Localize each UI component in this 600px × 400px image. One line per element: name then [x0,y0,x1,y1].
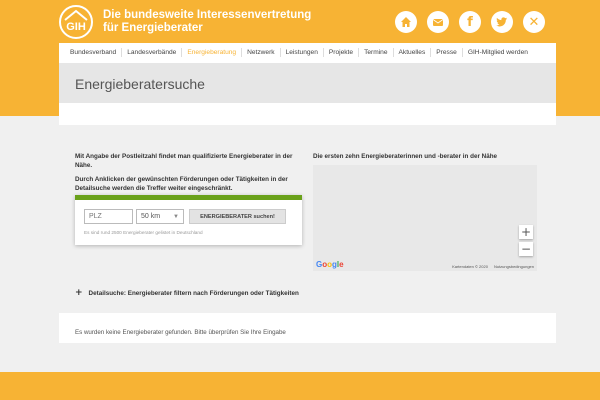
radius-value: 50 km [141,213,161,220]
footer-band [0,372,600,400]
header-tagline: Die bundesweite Interessenvertretung für… [103,9,311,35]
nav-item-leistungen[interactable]: Leistungen [281,47,324,57]
twitter-icon[interactable] [491,11,513,33]
mail-icon[interactable] [427,11,449,33]
nav-item-energieberatung[interactable]: Energieberatung [182,47,243,57]
tagline-line-1: Die bundesweite Interessenvertretung [103,9,312,21]
detail-search-label: Detailsuche: Energieberater filtern nach… [88,289,299,297]
map-view[interactable]: + − Google Kartendaten © 2020 Nutzungsbe… [313,165,537,271]
title-band: Energieberatersuche [59,63,556,103]
search-hint: Es sind rund 2500 Energieberater geliste… [84,230,203,235]
gih-logo[interactable]: GIH [59,5,93,39]
detail-search-toggle[interactable]: + Detailsuche: Energieberater filtern na… [75,288,299,298]
facebook-icon[interactable]: f [459,11,481,33]
main-nav: Bundesverband Landesverbände Energiebera… [59,43,556,61]
nav-item-mitglied-werden[interactable]: GIH-Mitglied werden [463,48,533,57]
radius-select[interactable]: 50 km ▼ [136,209,184,224]
nav-item-termine[interactable]: Termine [359,47,394,57]
nav-item-aktuelles[interactable]: Aktuelles [394,47,432,57]
google-letter: e [339,260,344,269]
main-container: Bundesverband Landesverbände Energiebera… [59,43,556,343]
xing-icon[interactable]: ✕ [523,11,545,33]
plus-icon: + [75,288,83,298]
nav-item-bundesverband[interactable]: Bundesverband [65,47,123,57]
search-panel: Mit Angabe der Postleitzahl findet man q… [59,125,556,313]
home-icon[interactable] [395,11,417,33]
intro-paragraph-1: Mit Angabe der Postleitzahl findet man q… [75,153,293,169]
nav-item-presse[interactable]: Presse [431,47,463,57]
chevron-down-icon: ▼ [173,213,179,220]
intro-text: Mit Angabe der Postleitzahl findet man q… [75,153,295,199]
nav-item-landesverbaende[interactable]: Landesverbände [122,47,183,57]
search-button[interactable]: ENERGIEBERATER suchen! [189,209,286,224]
zoom-out-button[interactable]: − [519,242,533,256]
map-terms-link[interactable]: Nutzungsbedingungen [494,264,534,269]
intro-paragraph-2: Durch Anklicken der gewünschten Förderun… [75,176,288,192]
plz-input[interactable] [84,209,133,224]
google-logo[interactable]: Google [316,260,344,269]
map-attribution: Kartendaten © 2020 Nutzungsbedingungen [452,264,534,269]
map-data-credit: Kartendaten © 2020 [452,264,488,269]
map-heading: Die ersten zehn Energieberaterinnen und … [313,153,498,160]
logo-text: GIH [66,21,86,33]
tagline-line-2: für Energieberater [103,22,203,34]
nav-item-projekte[interactable]: Projekte [324,47,360,57]
no-results-message: Es wurden keine Energieberater gefunden.… [75,329,286,336]
nav-item-netzwerk[interactable]: Netzwerk [242,47,281,57]
search-card: 50 km ▼ ENERGIEBERATER suchen! Es sind r… [75,195,302,245]
page-title: Energieberatersuche [75,76,205,92]
zoom-in-button[interactable]: + [519,225,533,239]
